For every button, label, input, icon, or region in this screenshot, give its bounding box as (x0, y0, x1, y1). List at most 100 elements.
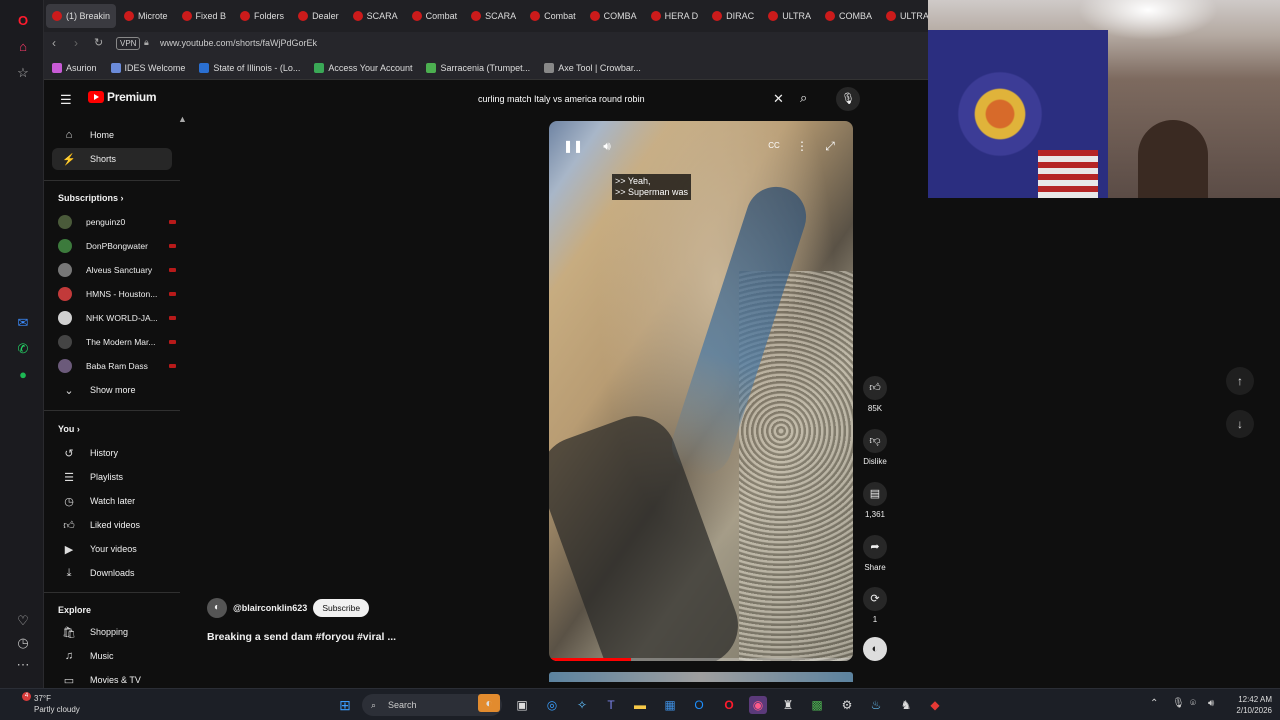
shorts-video-player[interactable]: ❚❚ 🔊︎ CC ⋮ ⤢ (549, 121, 853, 661)
channel-handle[interactable]: @blairconklin623 (233, 603, 307, 613)
mic-icon[interactable]: 🎙︎ (1172, 698, 1185, 709)
browser-tab[interactable]: (1) Breakin (46, 4, 117, 28)
browser-tab[interactable]: COMBA (584, 4, 643, 28)
like-button[interactable]: 👍︎ 85K (862, 376, 888, 413)
guide-shorts[interactable]: ⚡ Shorts (52, 148, 172, 170)
forward-icon[interactable]: › (74, 36, 78, 50)
volume-icon[interactable]: 🔊︎ (596, 135, 618, 157)
messenger-icon[interactable]: ✉ (14, 314, 32, 332)
app-icon-1[interactable]: ♜ (779, 696, 797, 714)
you-heading[interactable]: You › (58, 424, 80, 434)
browser-tab[interactable]: SCARA (465, 4, 522, 28)
share-button[interactable]: ➦ Share (862, 535, 888, 572)
vpn-badge[interactable]: VPN (116, 37, 141, 50)
subscription-item[interactable]: Baba Ram Dass (52, 356, 176, 376)
network-icon[interactable]: ⌾ (1190, 698, 1196, 709)
subscribe-button[interactable]: Subscribe (313, 599, 370, 617)
guide-you-item[interactable]: ▶ Your videos (52, 538, 176, 560)
guide-explore-item[interactable]: 🛍︎ Shopping (52, 621, 176, 643)
bookmark-item[interactable]: Access Your Account (314, 62, 412, 73)
guide-you-item[interactable]: ◷ Watch later (52, 490, 176, 512)
back-icon[interactable]: ‹ (52, 36, 56, 50)
guide-you-item[interactable]: ☰ Playlists (52, 466, 176, 488)
settings-icon[interactable]: ⚙ (838, 696, 856, 714)
browser-tab[interactable]: Combat (406, 4, 464, 28)
browser-tab[interactable]: Microte (118, 4, 174, 28)
guide-you-item[interactable]: 👍︎ Liked videos (52, 514, 176, 536)
outlook-icon[interactable]: O (690, 696, 708, 714)
steam-icon[interactable]: ♨ (867, 696, 885, 714)
opera-gx-icon[interactable]: ◉ (749, 696, 767, 714)
video-progress-bar[interactable] (549, 658, 853, 661)
browser-tab[interactable]: Folders (234, 4, 290, 28)
bookmark-item[interactable]: IDES Welcome (110, 62, 185, 73)
chevron-up-icon[interactable]: ⌃ (1150, 698, 1158, 709)
browser-tab[interactable]: Dealer (292, 4, 345, 28)
home-icon[interactable]: ⌂ (14, 38, 32, 56)
fullscreen-icon[interactable]: ⤢ (819, 135, 841, 157)
url-field[interactable]: www.youtube.com/shorts/faWjPdGorEk (160, 38, 317, 48)
search-highlight-icon[interactable]: ◐ (478, 694, 500, 712)
browser-tab[interactable]: ULTRA (762, 4, 817, 28)
show-more[interactable]: ⌄ Show more (52, 379, 184, 401)
comments-button[interactable]: ▤ 1,361 (862, 482, 888, 519)
next-short-preview[interactable] (549, 672, 853, 682)
subscription-item[interactable]: NHK WORLD-JA... (52, 308, 176, 328)
browser-tab[interactable]: HERA D (645, 4, 705, 28)
app-icon-2[interactable]: ▩ (808, 696, 826, 714)
bookmark-item[interactable]: State of Illinois - (Lo... (199, 62, 300, 73)
browser-tab[interactable]: SCARA (347, 4, 404, 28)
search-icon[interactable]: ⌕ (800, 90, 807, 106)
guide-home[interactable]: ⌂ Home (52, 124, 184, 146)
speaker-icon[interactable]: 🔊︎ (1208, 698, 1214, 709)
dislike-button[interactable]: 👎︎ Dislike (862, 429, 888, 466)
bookmark-item[interactable]: Sarracenia (Trumpet... (426, 62, 530, 73)
system-clock[interactable]: 12:42 AM 2/10/2026 (1228, 694, 1272, 716)
more-options-icon[interactable]: ⋮ (791, 135, 813, 157)
bookmark-item[interactable]: Axe Tool | Crowbar... (544, 62, 641, 73)
subscription-item[interactable]: Alveus Sanctuary (52, 260, 176, 280)
history-icon[interactable]: ◷ (14, 634, 32, 652)
short-title[interactable]: Breaking a send dam #foryou #viral ... (207, 631, 396, 643)
pause-icon[interactable]: ❚❚ (562, 135, 584, 157)
clear-search-icon[interactable]: ✕ (773, 91, 784, 107)
browser-tab[interactable]: ULTRA (880, 4, 928, 28)
opera-icon[interactable]: O (720, 696, 738, 714)
browser-tab[interactable]: COMBA (819, 4, 878, 28)
spotify-icon[interactable]: ● (14, 366, 32, 384)
windows-start-icon[interactable]: ⊞ (336, 696, 354, 714)
pinboard-icon[interactable]: ☆ (14, 64, 32, 82)
copilot-icon[interactable]: ✧ (573, 696, 591, 714)
browser-tab[interactable]: DIRAC (706, 4, 760, 28)
guide-you-item[interactable]: ⤓ Downloads (52, 562, 176, 584)
subscription-item[interactable]: HMNS - Houston... (52, 284, 176, 304)
app-icon-4[interactable]: ◆ (926, 696, 944, 714)
edge-icon[interactable]: ◎ (543, 696, 561, 714)
guide-you-item[interactable]: ↺ History (52, 442, 176, 464)
browser-tab[interactable]: Combat (524, 4, 582, 28)
guide-explore-item[interactable]: ▭ Movies & TV (52, 669, 176, 686)
previous-short-button[interactable]: ↑ (1226, 367, 1254, 395)
bookmark-item[interactable]: Asurion (52, 62, 97, 73)
scroll-up-icon[interactable]: ▲ (178, 114, 187, 124)
subscription-item[interactable]: penguinz0 (52, 212, 176, 232)
search-input[interactable] (466, 88, 784, 110)
voice-search-icon[interactable]: 🎙︎ (836, 87, 860, 111)
browser-tab[interactable]: Fixed B (176, 4, 233, 28)
captions-icon[interactable]: CC (763, 135, 785, 157)
task-view-icon[interactable]: ▣ (513, 696, 531, 714)
youtube-premium-logo[interactable]: Premium (88, 90, 157, 104)
guide-explore-item[interactable]: ♫ Music (52, 645, 176, 667)
reload-icon[interactable]: ↻ (94, 36, 103, 49)
channel-avatar-button[interactable]: ◐ (862, 637, 888, 661)
subscription-item[interactable]: DonPBongwater (52, 236, 176, 256)
next-short-button[interactable]: ↓ (1226, 410, 1254, 438)
store-icon[interactable]: ▦ (661, 696, 679, 714)
heart-icon[interactable]: ♡ (14, 612, 32, 630)
more-icon[interactable]: ⋯ (14, 656, 32, 674)
teams-icon[interactable]: T (602, 696, 620, 714)
subscriptions-heading[interactable]: Subscriptions › (58, 193, 124, 203)
app-icon-3[interactable]: ♞ (897, 696, 915, 714)
file-explorer-icon[interactable]: ▬ (631, 696, 649, 714)
whatsapp-icon[interactable]: ✆ (14, 340, 32, 358)
